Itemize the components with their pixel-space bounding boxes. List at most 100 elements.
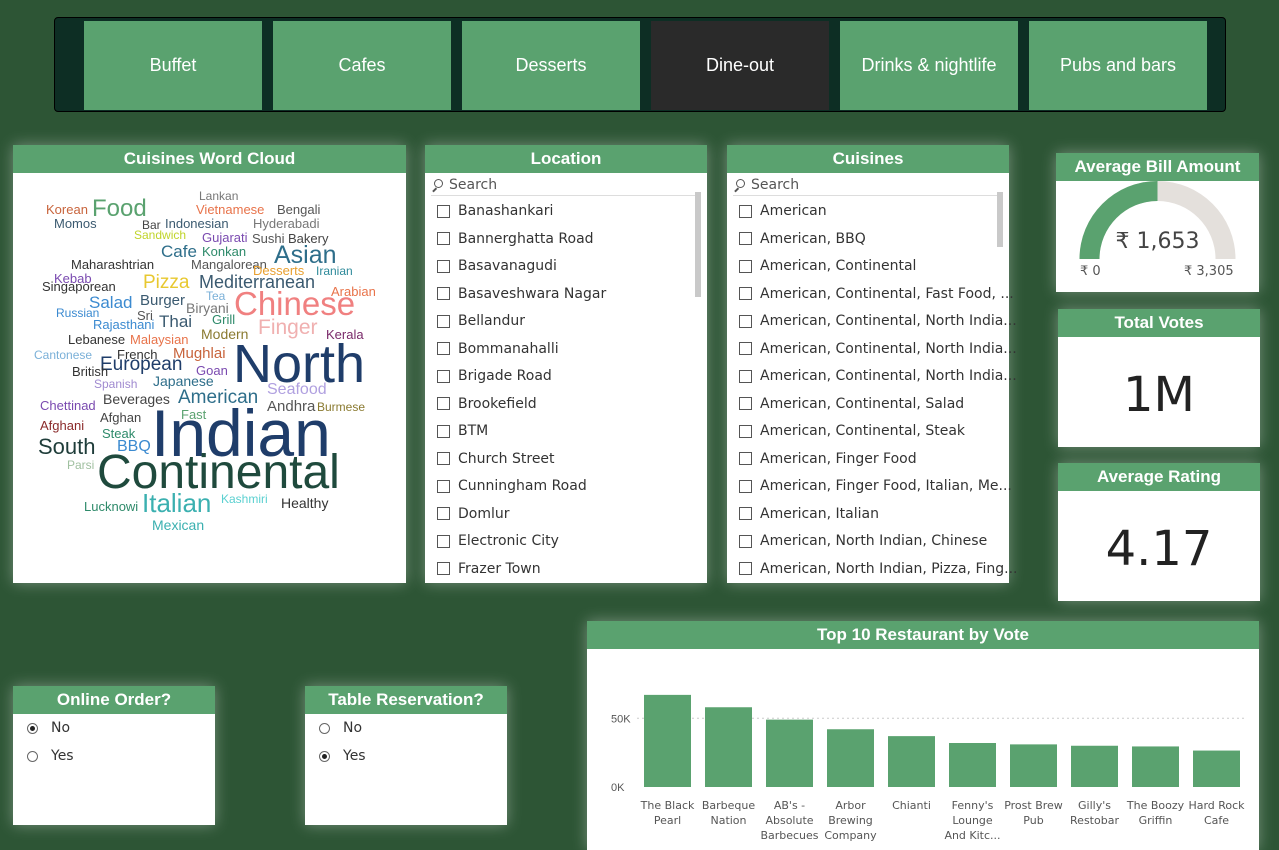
checkbox[interactable] [739,479,752,493]
list-item[interactable]: American, Continental, North India... [739,339,1017,359]
list-item[interactable]: Bommanahalli [437,339,559,359]
cloud-word: Lucknowi [84,499,139,514]
checkbox[interactable] [437,287,450,300]
bar[interactable] [1132,746,1179,787]
list-item[interactable]: American, North Indian, Chinese [739,531,987,551]
checkbox[interactable] [739,314,752,328]
bar[interactable] [1193,750,1240,787]
list-item[interactable]: Banashankari [437,201,553,221]
list-item[interactable]: Bannerghatta Road [437,229,594,249]
checkbox[interactable] [437,369,450,383]
bar[interactable] [888,736,935,787]
list-item[interactable]: American [739,201,827,221]
checkbox[interactable] [739,452,752,465]
list-item-label: Electronic City [458,533,559,549]
checkbox[interactable] [739,287,752,300]
cloud-word: Salad [89,293,133,312]
bar[interactable] [644,694,691,787]
list-item-label: Brookefield [458,395,537,412]
checkbox[interactable] [739,369,752,383]
checkbox[interactable] [739,507,752,520]
list-item[interactable]: American, BBQ [739,229,866,249]
checkbox[interactable] [437,314,450,328]
bar[interactable] [1071,745,1118,787]
bar[interactable] [705,707,752,787]
checkbox[interactable] [437,232,450,245]
cloud-word: Rajasthani [93,317,155,332]
cloud-word: Korean [46,202,88,217]
list-item-label: American, Italian [760,505,879,522]
checkbox[interactable] [437,204,450,218]
list-item[interactable]: Domlur [437,504,510,524]
category-tab[interactable]: Dine-out [651,21,829,110]
checkbox[interactable] [739,232,752,245]
gauge-min: ₹ 0 [1080,264,1101,279]
table-reservation-yes[interactable]: Yes [319,748,366,764]
checkbox[interactable] [437,397,450,410]
list-item[interactable]: Electronic City [437,531,559,551]
checkbox[interactable] [437,507,450,520]
gauge-max: ₹ 3,305 [1184,264,1234,279]
list-item[interactable]: American, North Indian, Pizza, Fing... [739,559,1018,579]
list-item[interactable]: Basavanagudi [437,256,557,276]
category-tab[interactable]: Pubs and bars [1029,21,1207,110]
cuisines-search[interactable]: Search [733,175,1003,196]
word-cloud: Korean Food Lankan Vietnamese Bengali Momos Ba… [13,173,406,583]
checkbox[interactable] [437,342,450,355]
list-item[interactable]: Brigade Road [437,366,552,386]
checkbox[interactable] [437,259,450,273]
checkbox[interactable] [437,424,450,438]
location-scrollbar[interactable] [695,192,701,297]
list-item[interactable]: Basaveshwara Nagar [437,284,606,304]
category-tab[interactable]: Desserts [462,21,640,110]
bar[interactable] [827,729,874,787]
list-item[interactable]: American, Continental [739,256,916,276]
checkbox[interactable] [739,342,752,355]
checkbox[interactable] [739,424,752,438]
radio-button[interactable] [27,722,38,734]
category-tab[interactable]: Buffet [84,21,262,110]
checkbox[interactable] [437,534,450,548]
list-item[interactable]: Church Street [437,449,555,469]
cuisines-scrollbar[interactable] [997,192,1003,247]
location-list: Banashankari Bannerghatta Road Basavanagud… [425,196,707,586]
list-item[interactable]: Bellandur [437,311,525,331]
list-item[interactable]: American, Continental, Fast Food, ... [739,284,1014,304]
online-order-yes[interactable]: Yes [27,748,74,764]
checkbox[interactable] [437,452,450,465]
list-item[interactable]: American, Finger Food, Italian, Me... [739,476,1012,496]
radio-button[interactable] [319,722,330,734]
cloud-word: Continental [97,446,340,499]
radio-button[interactable] [319,750,330,762]
table-reservation-no[interactable]: No [319,720,362,736]
table-reservation-slicer: Table Reservation? No Yes [305,686,507,825]
category-tab[interactable]: Cafes [273,21,451,110]
list-item[interactable]: Brookefield [437,394,537,414]
checkbox[interactable] [739,259,752,273]
checkbox[interactable] [437,562,450,575]
list-item[interactable]: American, Continental, Salad [739,394,964,414]
list-item-label: Domlur [458,505,510,522]
list-item[interactable]: American, Finger Food [739,449,917,469]
list-item[interactable]: BTM [437,421,488,441]
cloud-word: Food [92,195,147,222]
online-order-no[interactable]: No [27,720,70,736]
category-tab[interactable]: Drinks & nightlife [840,21,1018,110]
location-search[interactable]: Search [431,175,701,196]
checkbox[interactable] [739,397,752,410]
list-item[interactable]: American, Italian [739,504,879,524]
bar[interactable] [766,719,813,787]
list-item[interactable]: American, Continental, Steak [739,421,965,441]
bar[interactable] [1010,744,1057,787]
checkbox[interactable] [739,534,752,548]
list-item[interactable]: American, Continental, North India... [739,366,1017,386]
list-item[interactable]: Frazer Town [437,559,541,579]
checkbox[interactable] [739,204,752,218]
list-item[interactable]: American, Continental, North India... [739,311,1017,331]
checkbox[interactable] [739,562,752,575]
radio-button[interactable] [27,750,38,762]
bar[interactable] [949,743,996,787]
checkbox[interactable] [437,479,450,493]
top-restaurants-chart: Top 10 Restaurant by Vote 0K 50K The Blac… [587,621,1259,850]
list-item[interactable]: Cunningham Road [437,476,587,496]
